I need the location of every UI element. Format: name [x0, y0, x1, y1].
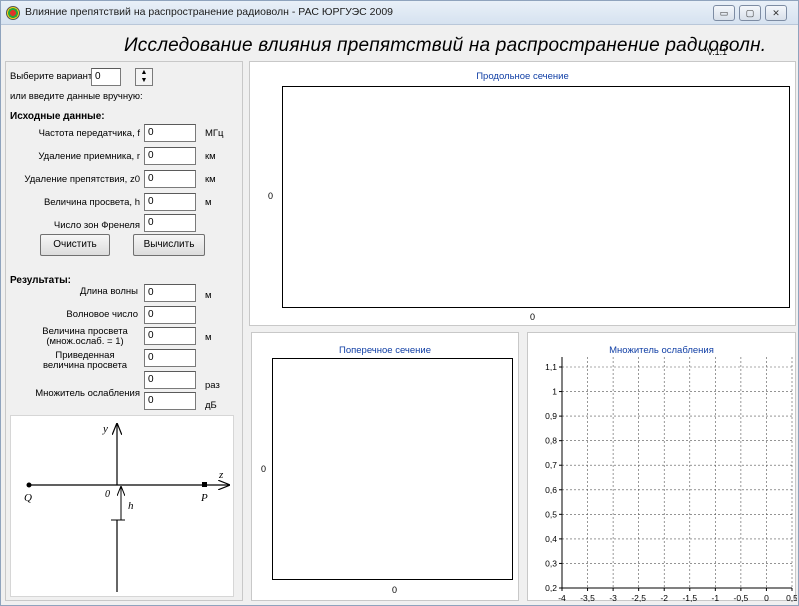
- y-tick-label: 0,8: [545, 436, 557, 446]
- y-tick-label: 0,9: [545, 411, 557, 421]
- results-section-title: Результаты:: [10, 275, 71, 286]
- spin-up-icon[interactable]: ▲: [136, 69, 152, 77]
- cross-x-tick: 0: [392, 585, 398, 595]
- longitudinal-x-tick: 0: [530, 312, 536, 322]
- wavenumber-output: 0: [144, 306, 196, 324]
- obstacle-distance-input[interactable]: 0: [144, 170, 196, 188]
- x-tick-label: -2: [660, 593, 668, 602]
- receiver-distance-input[interactable]: 0: [144, 147, 196, 165]
- minimize-button[interactable]: ▭: [713, 5, 735, 21]
- frequency-input[interactable]: 0: [144, 124, 196, 142]
- clear-button[interactable]: Очистить: [40, 234, 110, 256]
- spin-down-icon[interactable]: ▼: [136, 77, 152, 85]
- variant-label: Выберите вариант: [10, 71, 93, 82]
- x-tick-label: -2,5: [631, 593, 646, 602]
- y-tick-label: 0,2: [545, 583, 557, 593]
- p-label: P: [200, 492, 208, 504]
- y-tick-label: 0,5: [545, 509, 557, 519]
- x-tick-label: -0,5: [734, 593, 749, 602]
- cross-title: Поперечное сечение: [339, 345, 431, 356]
- x-tick-label: 0: [764, 593, 769, 602]
- z-axis-label: z: [218, 469, 224, 481]
- longitudinal-title: Продольное сечение: [476, 71, 569, 82]
- h-label: h: [128, 500, 134, 512]
- manual-hint: или введите данные вручную:: [10, 91, 143, 102]
- y-tick-label: 1: [552, 387, 557, 397]
- attenuation-chart[interactable]: -4 -3,5 -3 -2,5 -2 -1,5 -1 -0,5 0 0,5 0,2 0,3 0,4 0,5…: [528, 333, 797, 602]
- variant-input[interactable]: 0: [91, 68, 121, 86]
- close-button[interactable]: ✕: [765, 5, 787, 21]
- reduced-clearance-line2: величина просвета: [42, 360, 128, 371]
- frequency-label: Частота передатчика, f: [38, 128, 140, 139]
- clearance-result-unit: м: [205, 332, 212, 343]
- y-tick-label: 1,1: [545, 362, 557, 372]
- attenuation-db-unit: дБ: [205, 400, 217, 411]
- app-icon: [6, 6, 20, 20]
- attenuation-panel: Множитель ослабления -4 -3,5 -3 -2,5 -2 -1,5-…: [527, 332, 797, 602]
- y-tick-label: 0,6: [545, 485, 557, 495]
- longitudinal-panel: Продольное сечение 0 0: [249, 61, 796, 326]
- x-tick-label: -4: [558, 593, 566, 602]
- y-axis-label: y: [102, 423, 108, 435]
- wavelength-output: 0: [144, 284, 196, 302]
- fresnel-zones-input[interactable]: 0: [144, 214, 196, 232]
- clearance-result-line2: (множ.ослаб. = 1): [46, 336, 124, 347]
- receiver-distance-unit: км: [205, 151, 216, 162]
- version-label: V.1.1: [707, 47, 728, 57]
- point-q: [26, 482, 32, 488]
- x-tick-label: -3: [609, 593, 617, 602]
- fresnel-zones-label: Число зон Френеля: [53, 220, 140, 231]
- clearance-label: Величина просвета, h: [43, 197, 140, 208]
- app-window: Влияние препятствий на распространение р…: [0, 0, 799, 606]
- wavenumber-label: Волновое число: [66, 309, 138, 320]
- cross-plot[interactable]: [272, 358, 513, 580]
- longitudinal-plot[interactable]: [282, 86, 790, 308]
- cross-panel: Поперечное сечение 0 0: [251, 332, 519, 601]
- attenuation-db-output: 0: [144, 392, 196, 410]
- q-label: Q: [24, 492, 32, 504]
- reduced-clearance-output: 0: [144, 349, 196, 367]
- clearance-input[interactable]: 0: [144, 193, 196, 211]
- point-p: [202, 482, 207, 487]
- frequency-unit: МГц: [205, 128, 224, 139]
- geometry-diagram: y z 0 Q P h: [10, 415, 234, 597]
- y-tick-label: 0,4: [545, 534, 557, 544]
- geometry-svg: y z 0 Q P h: [24, 416, 235, 592]
- wavelength-unit: м: [205, 290, 212, 301]
- receiver-distance-label: Удаление приемника, r: [38, 151, 140, 162]
- attenuation-times-unit: раз: [205, 380, 220, 391]
- x-tick-label: -1,5: [682, 593, 697, 602]
- inputs-section-title: Исходные данные:: [10, 111, 105, 122]
- clearance-result-label: Величина просвета (множ.ослаб. = 1): [30, 326, 140, 347]
- wavelength-label: Длина волны: [79, 286, 138, 297]
- x-tick-label: 0,5: [786, 593, 797, 602]
- x-tick-label: -1: [712, 593, 720, 602]
- maximize-button[interactable]: ▢: [739, 5, 761, 21]
- clearance-result-output: 0: [144, 327, 196, 345]
- attenuation-label: Множитель ослабления: [35, 388, 140, 399]
- x-tick-label: -3,5: [580, 593, 595, 602]
- reduced-clearance-label: Приведенная величина просвета: [30, 350, 140, 371]
- clearance-unit: м: [205, 197, 212, 208]
- compute-button[interactable]: Вычислить: [133, 234, 205, 256]
- attenuation-times-output: 0: [144, 371, 196, 389]
- variant-spinner[interactable]: ▲ ▼: [135, 68, 153, 86]
- page-title: Исследование влияния препятствий на расп…: [124, 35, 767, 56]
- origin-label: 0: [105, 489, 110, 500]
- cross-y-tick: 0: [261, 464, 267, 474]
- window-title: Влияние препятствий на распространение р…: [25, 6, 394, 18]
- obstacle-distance-label: Удаление препятствия, z0: [24, 174, 140, 185]
- y-tick-label: 0,7: [545, 460, 557, 470]
- obstacle-distance-unit: км: [205, 174, 216, 185]
- longitudinal-y-tick: 0: [268, 191, 274, 201]
- title-bar[interactable]: Влияние препятствий на распространение р…: [1, 1, 798, 25]
- y-tick-label: 0,3: [545, 558, 557, 568]
